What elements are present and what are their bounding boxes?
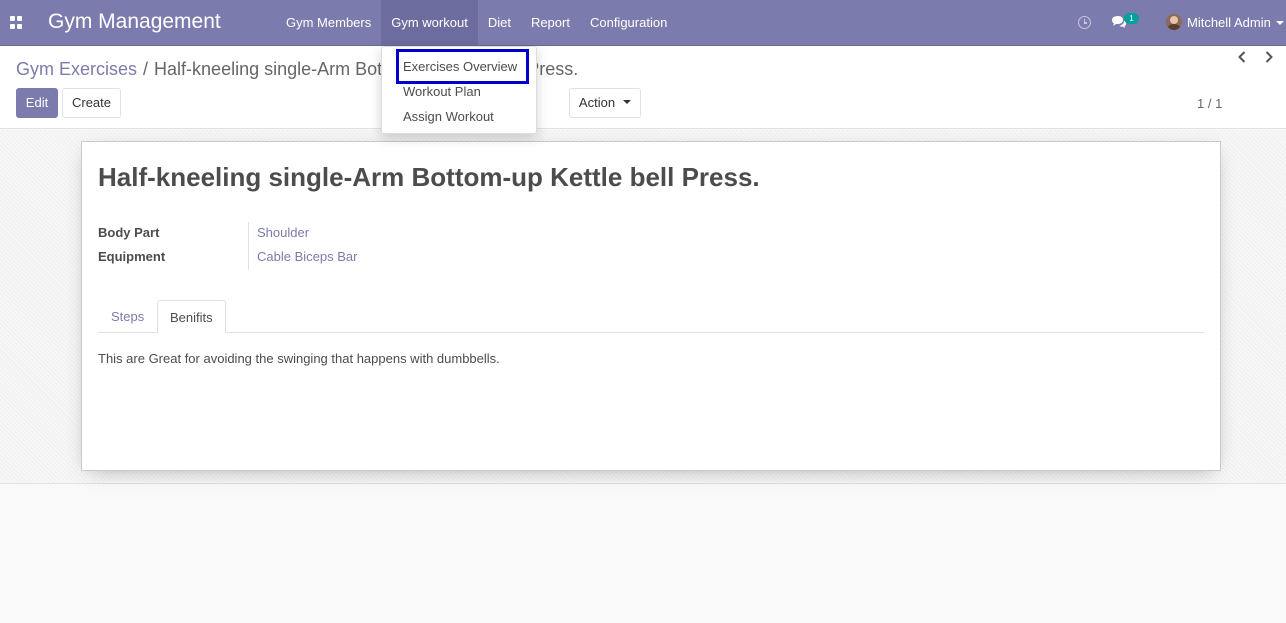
user-name[interactable]: Mitchell Admin	[1187, 15, 1271, 30]
record-title: Half-kneeling single-Arm Bottom-up Kettl…	[98, 162, 760, 192]
dropdown-item-exercises-overview[interactable]: Exercises Overview	[403, 59, 517, 74]
user-avatar[interactable]	[1166, 14, 1182, 30]
chevron-down-icon	[623, 99, 632, 104]
dropdown-item-assign-workout[interactable]: Assign Workout	[403, 109, 494, 124]
main-menu: Gym Members Gym workout Diet Report Conf…	[276, 0, 677, 45]
control-panel: Gym Exercises / Half-kneeling single-Arm B…	[0, 46, 1286, 129]
notebook-tabs: Steps Benifits	[98, 300, 1204, 334]
action-dropdown-button[interactable]: Action	[569, 88, 641, 118]
edit-button[interactable]: Edit	[16, 88, 58, 118]
pager-value[interactable]: 1 / 1	[1197, 96, 1222, 111]
user-menu-caret-icon[interactable]	[1276, 21, 1284, 25]
menu-gym-members[interactable]: Gym Members	[276, 0, 381, 45]
gym-workout-dropdown: Exercises Overview Workout Plan Assign W…	[381, 46, 537, 134]
notification-badge: 1	[1124, 13, 1139, 24]
field-value-equipment[interactable]: Cable Biceps Bar	[257, 249, 357, 264]
field-label-body-part: Body Part	[98, 225, 160, 240]
menu-configuration[interactable]: Configuration	[580, 0, 677, 45]
tab-benifits[interactable]: Benifits	[157, 300, 226, 334]
chevron-left-icon[interactable]	[1237, 51, 1247, 63]
breadcrumb-parent-link[interactable]: Gym Exercises	[16, 59, 137, 79]
field-label-equipment: Equipment	[98, 249, 166, 264]
apps-grid-icon[interactable]	[10, 16, 23, 29]
breadcrumb-separator: /	[143, 59, 149, 79]
field-value-body-part[interactable]: Shoulder	[257, 225, 309, 240]
create-button[interactable]: Create	[62, 88, 121, 118]
field-separator	[248, 222, 249, 270]
tab-steps[interactable]: Steps	[99, 300, 156, 333]
menu-diet[interactable]: Diet	[478, 0, 521, 45]
action-label: Action	[578, 95, 616, 110]
menu-report[interactable]: Report	[521, 0, 580, 45]
chevron-right-icon[interactable]	[1264, 51, 1274, 63]
activity-clock-icon[interactable]	[1078, 16, 1091, 29]
tab-content-text: This are Great for avoiding the swinging…	[98, 351, 500, 366]
top-navbar: Gym Management Gym Members Gym workout D…	[0, 0, 1286, 46]
dropdown-item-workout-plan[interactable]: Workout Plan	[403, 84, 481, 99]
menu-gym-workout[interactable]: Gym workout	[381, 0, 478, 45]
app-brand[interactable]: Gym Management	[48, 10, 221, 34]
form-sheet: Half-kneeling single-Arm Bottom-up Kettl…	[81, 141, 1221, 471]
